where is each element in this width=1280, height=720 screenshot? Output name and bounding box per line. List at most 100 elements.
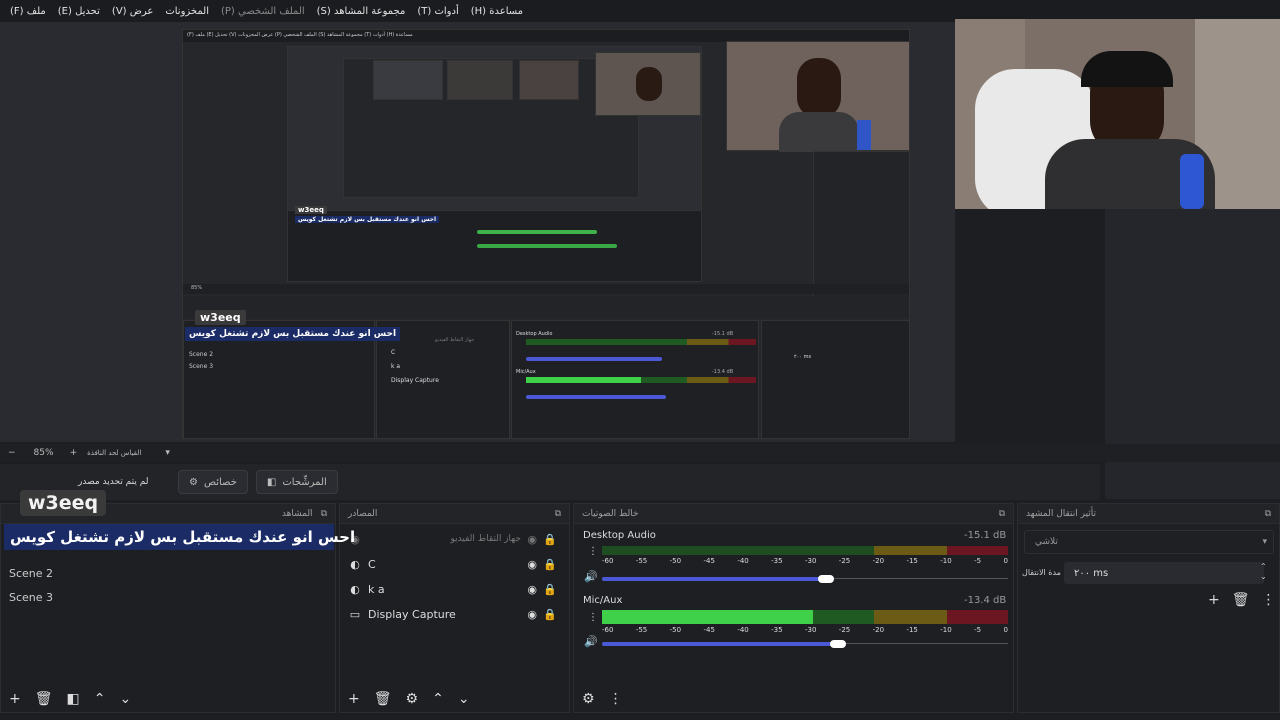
scene-item[interactable]: Scene 3	[1, 586, 335, 610]
filter-icon: ◧	[266, 476, 277, 488]
more-icon[interactable]: ⋮	[588, 546, 598, 557]
zoom-in-button[interactable]: +	[70, 448, 78, 458]
speaker-icon[interactable]: 🔊	[584, 570, 598, 583]
duration-stepper[interactable]: ⌃ ⌄	[1260, 562, 1267, 582]
desktop-audio-volume-fill	[602, 577, 826, 581]
dock-undock-icon[interactable]: ⧉	[1265, 509, 1271, 519]
add-scene-button[interactable]: +	[9, 691, 21, 707]
webcam-source[interactable]	[955, 19, 1280, 209]
nested-mid-channel: w3eeq	[295, 206, 327, 214]
menu-edit[interactable]: (E) تحديل	[52, 6, 106, 17]
no-source-label: لم يتم تحديد مصدر	[78, 477, 149, 487]
menu-tools[interactable]: (T) أدوات	[411, 6, 464, 17]
lock-icon[interactable]: 🔒	[543, 608, 557, 621]
dock-undock-icon[interactable]: ⧉	[321, 509, 327, 519]
scene-transitions-dock: تأثير انتقال المشهد ⧉ تلاشي ▾ مدة الانتقا…	[1017, 503, 1280, 713]
transitions-header: تأثير انتقال المشهد ⧉	[1018, 504, 1279, 524]
dock-undock-icon[interactable]: ⧉	[555, 509, 561, 519]
desktop-audio-label: Desktop Audio	[583, 530, 656, 541]
more-icon[interactable]: ⋮	[609, 691, 623, 707]
nested-duration: ٢٠٠ ms	[794, 354, 812, 360]
trash-icon[interactable]: 🗑	[374, 691, 392, 707]
nested-thumb-1	[373, 60, 443, 100]
dock-undock-icon[interactable]: ⧉	[999, 509, 1005, 519]
zoom-bar: − 85% + القياس لحد النافذة ▾	[0, 444, 1280, 462]
desktop-audio-volume-track	[826, 578, 1008, 579]
nested-mid-meter	[477, 230, 597, 234]
gear-icon[interactable]: ⚙	[582, 691, 595, 707]
trash-icon[interactable]: 🗑	[35, 691, 53, 707]
gear-icon: ⚙	[189, 476, 198, 488]
eye-icon[interactable]: ◉	[527, 608, 537, 621]
chevron-down-icon[interactable]: ⌄	[119, 691, 131, 707]
nested-webcam-small	[595, 52, 701, 116]
lock-icon[interactable]: 🔒	[543, 533, 557, 546]
properties-label: خصائص	[203, 476, 237, 488]
zoom-value[interactable]: 85%	[34, 448, 54, 458]
preview-canvas[interactable]: (F) ملف (E) تحديل (V) عرض المخزونات (P) …	[182, 29, 910, 439]
nested-src-cam: جهاز التقاط الفيديو	[435, 337, 475, 343]
nested-zoom-value: 85%	[191, 285, 203, 291]
desktop-audio-meter: -60 -55 -50 -45 -40 -35 -30 -25 -20 -15 -10 -5 0	[602, 546, 1008, 565]
nested-src-c: C	[391, 349, 396, 356]
eye-icon[interactable]: ◉	[527, 558, 537, 571]
source-item[interactable]: ▭ Display Capture ◉ 🔒	[348, 603, 561, 625]
nested-desk-label: Desktop Audio	[516, 331, 553, 337]
menu-profile[interactable]: (P) الملف الشخصي	[215, 6, 311, 17]
mixer-header: خالط الصوتيات ⧉	[574, 504, 1013, 524]
transitions-title: تأثير انتقال المشهد	[1026, 508, 1097, 519]
filter-icon[interactable]: ◧	[67, 691, 80, 707]
nested-mic-meter	[526, 377, 756, 383]
gear-icon[interactable]: ⚙	[406, 691, 419, 707]
add-transition-button[interactable]: +	[1208, 592, 1220, 608]
chevron-down-icon[interactable]: ⌄	[458, 691, 470, 707]
desktop-audio-db: -15.1 dB	[964, 530, 1007, 541]
desktop-audio-volume-slider[interactable]	[818, 575, 834, 583]
nested-src-toolbar	[183, 296, 909, 318]
mic-aux-meter: -60 -55 -50 -45 -40 -35 -30 -25 -20 -15 -10 -5 0	[602, 610, 1008, 634]
mixer-title: خالط الصوتيات	[582, 508, 639, 519]
duration-input[interactable]: ٢٠٠ ms	[1064, 562, 1264, 584]
nested-zoombar	[183, 284, 909, 294]
lock-icon[interactable]: 🔒	[543, 558, 557, 571]
source-label: k a	[368, 582, 385, 596]
nested-caption-banner: احس انو عندك مستقبل بس لازم تشتغل كويس	[185, 327, 401, 341]
lock-icon[interactable]: 🔒	[543, 583, 557, 596]
webcam-can	[1180, 154, 1204, 209]
nested-src-ka: k a	[391, 363, 401, 370]
properties-button[interactable]: ⚙ خصائص	[178, 470, 248, 494]
menu-docks[interactable]: المخزونات	[159, 6, 215, 17]
menu-file[interactable]: (F) ملف	[4, 6, 52, 17]
more-icon[interactable]: ⋮	[1262, 592, 1276, 608]
monitor-icon: ▭	[349, 607, 361, 621]
source-item[interactable]: ◉ جهاز التقاط الفيديو ◉ 🔒	[348, 528, 561, 550]
chevron-up-icon[interactable]: ⌃	[94, 691, 106, 707]
source-label: Display Capture	[368, 607, 456, 621]
source-item[interactable]: ◐ k a ◉ 🔒	[348, 578, 561, 600]
more-icon[interactable]: ⋮	[588, 612, 598, 623]
zoom-dropdown-icon[interactable]: ▾	[165, 448, 170, 458]
chevron-down-icon: ▾	[1262, 537, 1267, 547]
trash-icon[interactable]: 🗑	[1232, 592, 1250, 608]
scenes-title: المشاهد	[281, 508, 313, 519]
speaker-icon[interactable]: 🔊	[584, 635, 598, 648]
menu-view[interactable]: (V) عرض	[106, 6, 159, 17]
menu-help[interactable]: (H) مساعدة	[465, 6, 529, 17]
mic-aux-volume-fill	[602, 642, 838, 646]
source-item[interactable]: ◐ C ◉ 🔒	[348, 553, 561, 575]
chevron-up-icon[interactable]: ⌃	[432, 691, 444, 707]
zoom-out-button[interactable]: −	[8, 448, 16, 458]
scene-item[interactable]: Scene 2	[1, 562, 335, 586]
filters-button[interactable]: ◧ المرشِّحات	[255, 470, 338, 494]
add-source-button[interactable]: +	[348, 691, 360, 707]
channel-name-badge: w3eeq	[20, 490, 107, 516]
eye-icon[interactable]: ◉	[527, 583, 537, 596]
nested-thumb-3	[519, 60, 579, 100]
caption-banner: احس انو عندك مستقبل بس لازم تشتغل كويس	[4, 524, 355, 550]
menu-scene-collection[interactable]: (S) مجموعة المشاهد	[311, 6, 412, 17]
mic-aux-volume-track	[838, 643, 1008, 644]
eye-icon[interactable]: ◉	[527, 533, 537, 546]
transition-type-select[interactable]: تلاشي ▾	[1024, 530, 1274, 554]
duration-value: ٢٠٠ ms	[1074, 567, 1109, 579]
mic-aux-volume-slider[interactable]	[830, 640, 846, 648]
